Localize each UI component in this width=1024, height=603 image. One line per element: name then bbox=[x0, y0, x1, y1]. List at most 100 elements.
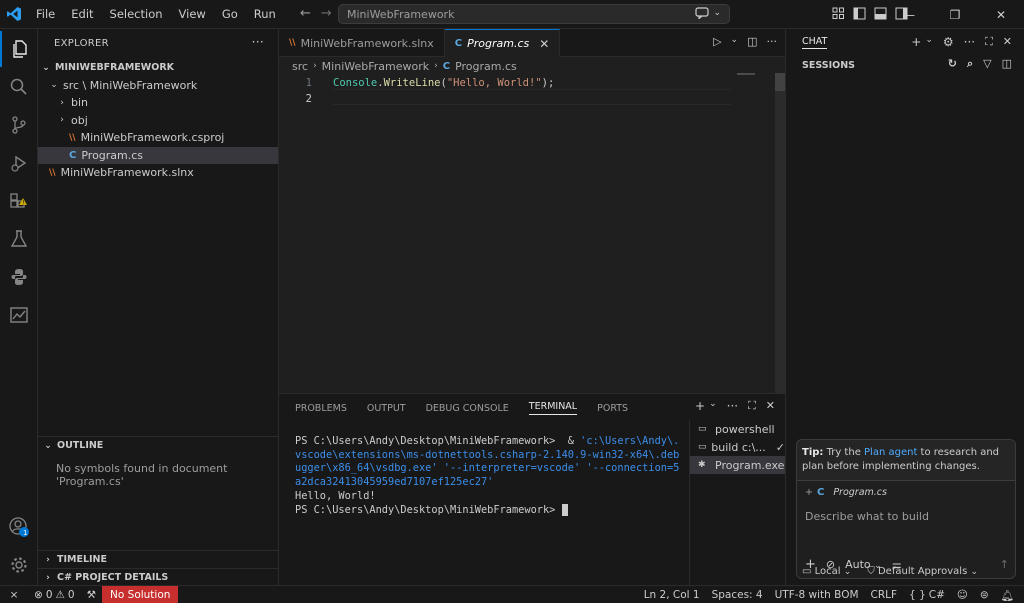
explorer-icon[interactable] bbox=[0, 31, 38, 67]
context-file-chip[interactable]: + C Program.cs bbox=[805, 487, 887, 498]
minimize-icon[interactable]: — bbox=[886, 0, 932, 29]
problems-status[interactable]: ⊗ 0 ⚠ 0 bbox=[28, 589, 81, 601]
copilot-icon[interactable]: ☺ bbox=[951, 589, 974, 601]
menu-selection[interactable]: Selection bbox=[102, 0, 171, 29]
no-solution-status[interactable]: No Solution bbox=[102, 585, 179, 603]
chart-extension-icon[interactable] bbox=[0, 297, 38, 333]
forward-arrow-icon[interactable]: → bbox=[321, 6, 332, 21]
gear-icon[interactable]: ⚙ bbox=[943, 35, 954, 49]
tree-file-slnx[interactable]: \\ MiniWebFramework.slnx bbox=[38, 164, 278, 182]
toggle-sidebar-icon[interactable] bbox=[853, 7, 866, 20]
more-actions-icon[interactable]: ··· bbox=[767, 35, 778, 48]
menu-view[interactable]: View bbox=[171, 0, 214, 29]
workspace-root[interactable]: ⌄ MINIWEBFRAMEWORK bbox=[38, 59, 278, 77]
minimap[interactable] bbox=[737, 73, 755, 75]
terminal-prompt: PS C:\Users\Andy\Desktop\MiniWebFramewor… bbox=[295, 503, 562, 516]
remote-icon[interactable]: ⨯ bbox=[0, 586, 28, 603]
refresh-icon[interactable]: ↻ bbox=[948, 57, 957, 71]
search-icon[interactable] bbox=[0, 69, 38, 105]
terminal-output[interactable]: PS C:\Users\Andy\Desktop\MiniWebFramewor… bbox=[295, 435, 680, 517]
add-context-icon[interactable]: + bbox=[805, 487, 813, 498]
chat-title[interactable]: CHAT bbox=[802, 36, 828, 49]
testing-icon[interactable] bbox=[0, 221, 38, 257]
chat-input[interactable]: Describe what to build bbox=[797, 504, 1015, 529]
back-arrow-icon[interactable]: ← bbox=[300, 6, 311, 21]
new-chat-icon[interactable]: + bbox=[911, 35, 921, 49]
maximize-icon[interactable]: ⛶ bbox=[985, 35, 993, 49]
more-actions-icon[interactable]: ··· bbox=[964, 35, 975, 49]
filter-icon[interactable]: ▽ bbox=[983, 57, 991, 71]
plan-agent-link[interactable]: Plan agent bbox=[864, 447, 917, 458]
terminal-item-powershell[interactable]: ▭ powershell bbox=[690, 420, 785, 438]
bell-icon[interactable]: 🔔︎ bbox=[995, 589, 1020, 602]
tab-ports[interactable]: PORTS bbox=[597, 403, 628, 414]
local-picker[interactable]: ▭ Local ⌄ bbox=[802, 566, 851, 577]
tree-folder-src[interactable]: ⌄ src \ MiniWebFramework bbox=[38, 77, 278, 95]
activity-bar: ! 1 bbox=[0, 29, 38, 585]
chevron-down-icon[interactable]: ⌄ bbox=[713, 8, 721, 18]
chevron-down-icon[interactable]: ⌄ bbox=[709, 399, 717, 413]
editor-scrollbar[interactable] bbox=[775, 73, 785, 393]
layout-icon[interactable]: ◫ bbox=[1002, 57, 1012, 71]
more-actions-icon[interactable]: ··· bbox=[727, 399, 738, 413]
restore-icon[interactable]: ❐ bbox=[932, 0, 978, 29]
tab-debug-console[interactable]: DEBUG CONSOLE bbox=[426, 403, 509, 414]
csharp-project-details-header[interactable]: › C# PROJECT DETAILS bbox=[38, 568, 279, 586]
breadcrumb-file[interactable]: Program.cs bbox=[455, 60, 517, 73]
close-icon[interactable]: ✕ bbox=[1003, 35, 1012, 49]
tab-problems[interactable]: PROBLEMS bbox=[295, 403, 347, 414]
terminal-item-program-exe[interactable]: ✱ Program.exe bbox=[690, 456, 785, 474]
search-icon[interactable]: ⌕ bbox=[967, 57, 973, 71]
breadcrumb-src[interactable]: src bbox=[292, 60, 308, 73]
close-panel-icon[interactable]: ✕ bbox=[766, 399, 775, 413]
outline-section-header[interactable]: ⌄ OUTLINE bbox=[38, 436, 279, 454]
more-actions-icon[interactable]: ··· bbox=[252, 35, 264, 49]
chat-toggle-icon[interactable] bbox=[695, 7, 710, 19]
chevron-down-icon[interactable]: ⌄ bbox=[925, 35, 933, 49]
menu-go[interactable]: Go bbox=[214, 0, 246, 29]
terminal-program-output: Hello, World! bbox=[295, 489, 376, 502]
breadcrumb-project[interactable]: MiniWebFramework bbox=[322, 60, 429, 73]
customize-layout-icon[interactable] bbox=[832, 7, 845, 20]
line-endings[interactable]: CRLF bbox=[865, 589, 904, 601]
new-terminal-icon[interactable]: + bbox=[695, 399, 705, 413]
tree-file-csproj[interactable]: \\ MiniWebFramework.csproj bbox=[38, 129, 278, 147]
accounts-icon[interactable]: 1 bbox=[0, 509, 38, 545]
split-editor-icon[interactable]: ◫ bbox=[747, 35, 757, 48]
tab-terminal[interactable]: TERMINAL bbox=[528, 401, 578, 415]
tab-program-cs[interactable]: C Program.cs ✕ bbox=[444, 29, 561, 57]
close-window-icon[interactable]: ✕ bbox=[978, 0, 1024, 29]
tree-folder-bin[interactable]: › bin bbox=[38, 94, 278, 112]
menu-file[interactable]: File bbox=[28, 0, 63, 29]
tab-miniwebframework-slnx[interactable]: \\ MiniWebFramework.slnx bbox=[279, 29, 445, 57]
send-icon[interactable]: ↑ bbox=[1000, 558, 1009, 571]
editor-area: \\ MiniWebFramework.slnx C Program.cs ✕ … bbox=[279, 29, 785, 393]
terminal-prompt: PS C:\Users\Andy\Desktop\MiniWebFramewor… bbox=[295, 435, 581, 447]
rss-file-icon: \\ bbox=[289, 38, 296, 48]
maximize-panel-icon[interactable]: ⛶ bbox=[748, 399, 756, 413]
source-control-icon[interactable] bbox=[0, 107, 38, 143]
notifications-icon[interactable]: ⊜ bbox=[974, 589, 995, 601]
approvals-picker[interactable]: ⛉ Default Approvals ⌄ bbox=[867, 566, 978, 577]
cursor-position[interactable]: Ln 2, Col 1 bbox=[638, 589, 706, 601]
run-icon[interactable]: ▷ bbox=[713, 35, 721, 48]
terminal-item-build[interactable]: ▭ build c:\... ✓ bbox=[690, 438, 785, 456]
language-mode[interactable]: { } C# bbox=[903, 589, 951, 601]
menu-run[interactable]: Run bbox=[246, 0, 284, 29]
run-debug-icon[interactable] bbox=[0, 145, 38, 181]
tree-folder-obj[interactable]: › obj bbox=[38, 112, 278, 130]
tab-output[interactable]: OUTPUT bbox=[367, 403, 406, 414]
python-icon[interactable] bbox=[0, 259, 38, 295]
indentation[interactable]: Spaces: 4 bbox=[706, 589, 769, 601]
command-center-search[interactable]: MiniWebFramework ⌄ bbox=[338, 4, 730, 24]
debug-status-icon[interactable]: ⚒ bbox=[81, 589, 102, 601]
chevron-down-icon[interactable]: ⌄ bbox=[731, 35, 739, 48]
warning-icon: ⚠ bbox=[55, 588, 65, 601]
extensions-icon[interactable]: ! bbox=[0, 183, 38, 219]
tree-file-program-cs[interactable]: C Program.cs bbox=[38, 146, 278, 164]
menu-edit[interactable]: Edit bbox=[63, 0, 101, 29]
timeline-section-header[interactable]: › TIMELINE bbox=[38, 550, 279, 568]
close-tab-icon[interactable]: ✕ bbox=[539, 37, 549, 51]
encoding[interactable]: UTF-8 with BOM bbox=[769, 589, 865, 601]
gear-icon[interactable] bbox=[0, 547, 38, 583]
